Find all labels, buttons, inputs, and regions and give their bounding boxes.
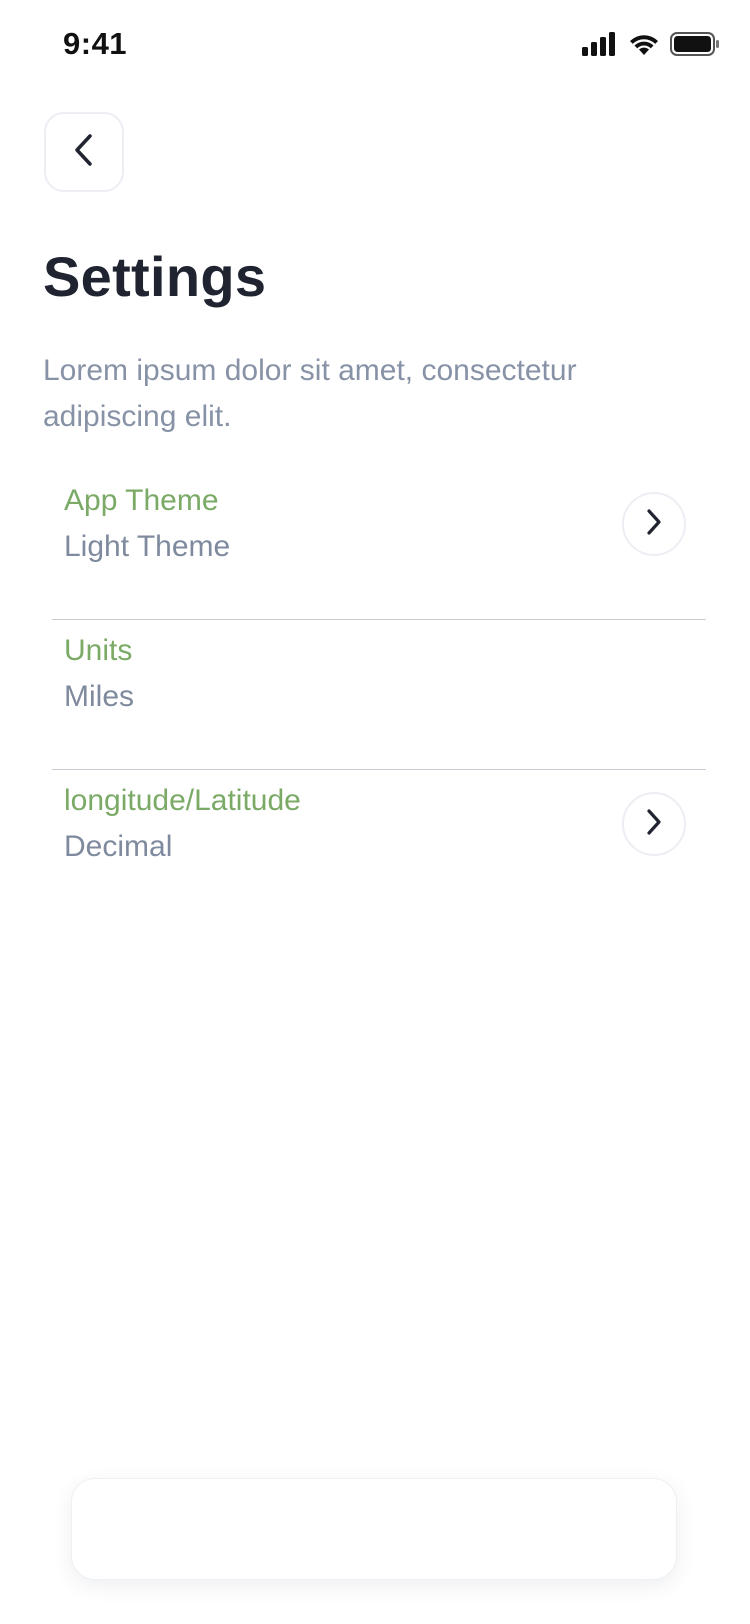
setting-label: Units [64,634,133,667]
chevron-right-icon [644,508,664,541]
cellular-signal-icon [582,32,618,61]
setting-row-app-theme[interactable]: App Theme Light Theme [52,470,706,620]
back-button[interactable] [44,112,124,192]
battery-icon [670,32,720,61]
page-description: Lorem ipsum dolor sit amet, consectetur … [43,354,577,433]
setting-value: Miles [64,680,135,713]
setting-row-units[interactable]: Units Miles [52,620,706,770]
setting-label: App Theme [64,484,219,517]
longitude-latitude-chevron-button[interactable] [622,792,686,856]
wifi-icon [628,32,660,61]
setting-value: Decimal [64,830,173,863]
setting-value: Light Theme [64,530,231,563]
settings-list: App Theme Light Theme Units Miles longit… [52,470,706,920]
setting-row-longitude-latitude[interactable]: longitude/Latitude Decimal [52,770,706,920]
chevron-left-icon [71,133,97,172]
status-bar: 9:41 [0,0,750,92]
chevron-right-icon [644,808,664,841]
status-icons [582,32,720,61]
setting-label: longitude/Latitude [64,784,301,817]
bottom-card[interactable] [71,1478,677,1580]
status-time: 9:41 [63,26,128,61]
page-title: Settings [43,245,267,308]
app-theme-chevron-button[interactable] [622,492,686,556]
